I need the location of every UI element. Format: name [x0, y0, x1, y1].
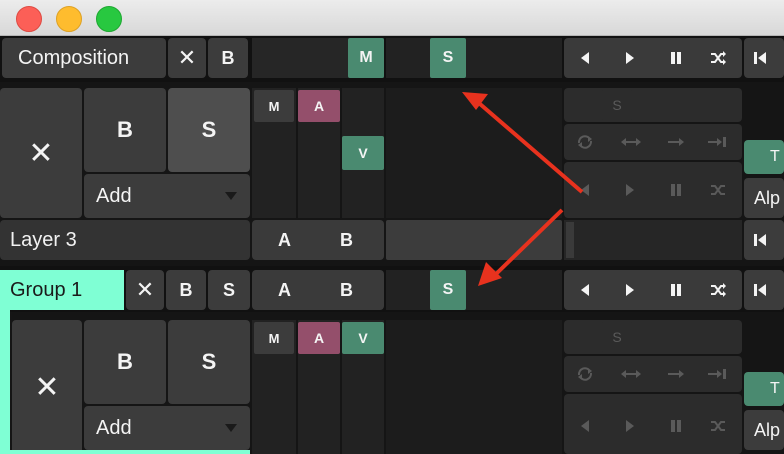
layer-close-button[interactable]: ✕	[0, 88, 82, 218]
group-layer-solo-button[interactable]: S	[168, 320, 250, 404]
group-play-icon[interactable]	[622, 282, 638, 298]
layer-solo-strip	[564, 88, 742, 122]
layer-add-dropdown[interactable]: Add	[84, 174, 250, 218]
close-window-button[interactable]	[16, 6, 42, 32]
group-layer-audio-button[interactable]: A	[298, 322, 340, 354]
speed-slider-handle[interactable]	[566, 222, 574, 258]
shuffle-icon[interactable]	[710, 50, 726, 66]
group-skip-start-icon[interactable]	[744, 270, 784, 310]
group-bounce-icon[interactable]	[620, 366, 642, 382]
layer-solo-small-button[interactable]: S	[600, 90, 634, 120]
group-layer-alpha-dropdown[interactable]: Alp	[744, 410, 784, 450]
composition-solo-button[interactable]: S	[430, 38, 466, 78]
play-once-icon[interactable]	[706, 134, 728, 150]
group-close-button[interactable]: ✕	[126, 270, 164, 310]
group-layer-bypass-button[interactable]: B	[84, 320, 166, 404]
group-b-label[interactable]: B	[340, 280, 353, 301]
composition-close-button[interactable]: ✕	[168, 38, 206, 78]
group-layer-pause-icon[interactable]	[668, 418, 684, 434]
layer-add-label: Add	[96, 184, 132, 207]
composition-solo-area	[386, 38, 562, 78]
group-accent-bar	[0, 310, 10, 454]
layer-crossfader	[252, 220, 384, 260]
group-layer-video-button[interactable]: V	[342, 322, 384, 354]
minimize-window-button[interactable]	[56, 6, 82, 32]
group-solo-green-button[interactable]: S	[430, 270, 466, 310]
composition-bypass-button[interactable]: B	[208, 38, 248, 78]
group-crossfader	[252, 270, 384, 310]
group-layer-mute-button[interactable]: M	[254, 322, 294, 354]
loop-icon[interactable]	[576, 134, 594, 150]
group-forward-icon[interactable]	[666, 366, 686, 382]
group-layer-transition-button[interactable]: T	[744, 372, 784, 406]
layer-transition-button[interactable]: T	[744, 140, 784, 174]
zoom-window-button[interactable]	[96, 6, 122, 32]
group-loop-icon[interactable]	[576, 366, 594, 382]
play-icon[interactable]	[622, 50, 638, 66]
group-shuffle-icon[interactable]	[710, 282, 726, 298]
layer-video-button[interactable]: V	[342, 136, 384, 170]
group-layer-preview	[386, 320, 562, 454]
bounce-icon[interactable]	[620, 134, 642, 150]
layer-bypass-button[interactable]: B	[84, 88, 166, 172]
chevron-down-icon	[225, 192, 237, 200]
layer-pause-icon[interactable]	[668, 182, 684, 198]
layer-alpha-dropdown[interactable]: Alp	[744, 178, 784, 218]
layer-a-label[interactable]: A	[278, 230, 291, 251]
group-layer-add-label: Add	[96, 416, 132, 439]
chevron-down-icon	[225, 424, 237, 432]
group-prev-icon[interactable]	[578, 282, 594, 298]
group-layer-bottom-accent	[10, 450, 250, 454]
group-pause-icon[interactable]	[668, 282, 684, 298]
group-layer-add-dropdown[interactable]: Add	[84, 406, 250, 450]
layer-speed-slider[interactable]	[564, 220, 742, 260]
group-title[interactable]: Group 1	[0, 270, 124, 310]
group-layer-solo-strip	[564, 320, 742, 354]
layer-prev-icon[interactable]	[578, 182, 594, 198]
group-layer-close-button[interactable]: ✕	[12, 320, 82, 454]
layer-skip-start-icon[interactable]	[744, 220, 784, 260]
composition-title[interactable]: Composition	[2, 38, 166, 78]
layer-audio-button[interactable]: A	[298, 90, 340, 122]
composition-skip-start-icon[interactable]	[744, 38, 784, 78]
forward-icon[interactable]	[666, 134, 686, 150]
group-play-once-icon[interactable]	[706, 366, 728, 382]
group-layer-shuffle-icon[interactable]	[710, 418, 726, 434]
window-titlebar	[0, 0, 784, 36]
group-solo-area	[386, 270, 562, 310]
group-solo-button[interactable]: S	[208, 270, 250, 310]
layer-name[interactable]: Layer 3	[0, 220, 250, 260]
layer-opacity-slider[interactable]	[386, 220, 562, 260]
layer-mute-button[interactable]: M	[254, 90, 294, 122]
group-layer-prev-icon[interactable]	[578, 418, 594, 434]
composition-mute-button[interactable]: M	[348, 38, 384, 78]
layer-preview	[386, 88, 562, 218]
group-bypass-button[interactable]: B	[166, 270, 206, 310]
layer-play-icon[interactable]	[622, 182, 638, 198]
layer-b-label[interactable]: B	[340, 230, 353, 251]
layer-solo-button[interactable]: S	[168, 88, 250, 172]
group-layer-play-icon[interactable]	[622, 418, 638, 434]
pause-icon[interactable]	[668, 50, 684, 66]
prev-icon[interactable]	[578, 50, 594, 66]
group-a-label[interactable]: A	[278, 280, 291, 301]
layer-shuffle-icon[interactable]	[710, 182, 726, 198]
group-layer-solo-small-button[interactable]: S	[600, 322, 634, 352]
